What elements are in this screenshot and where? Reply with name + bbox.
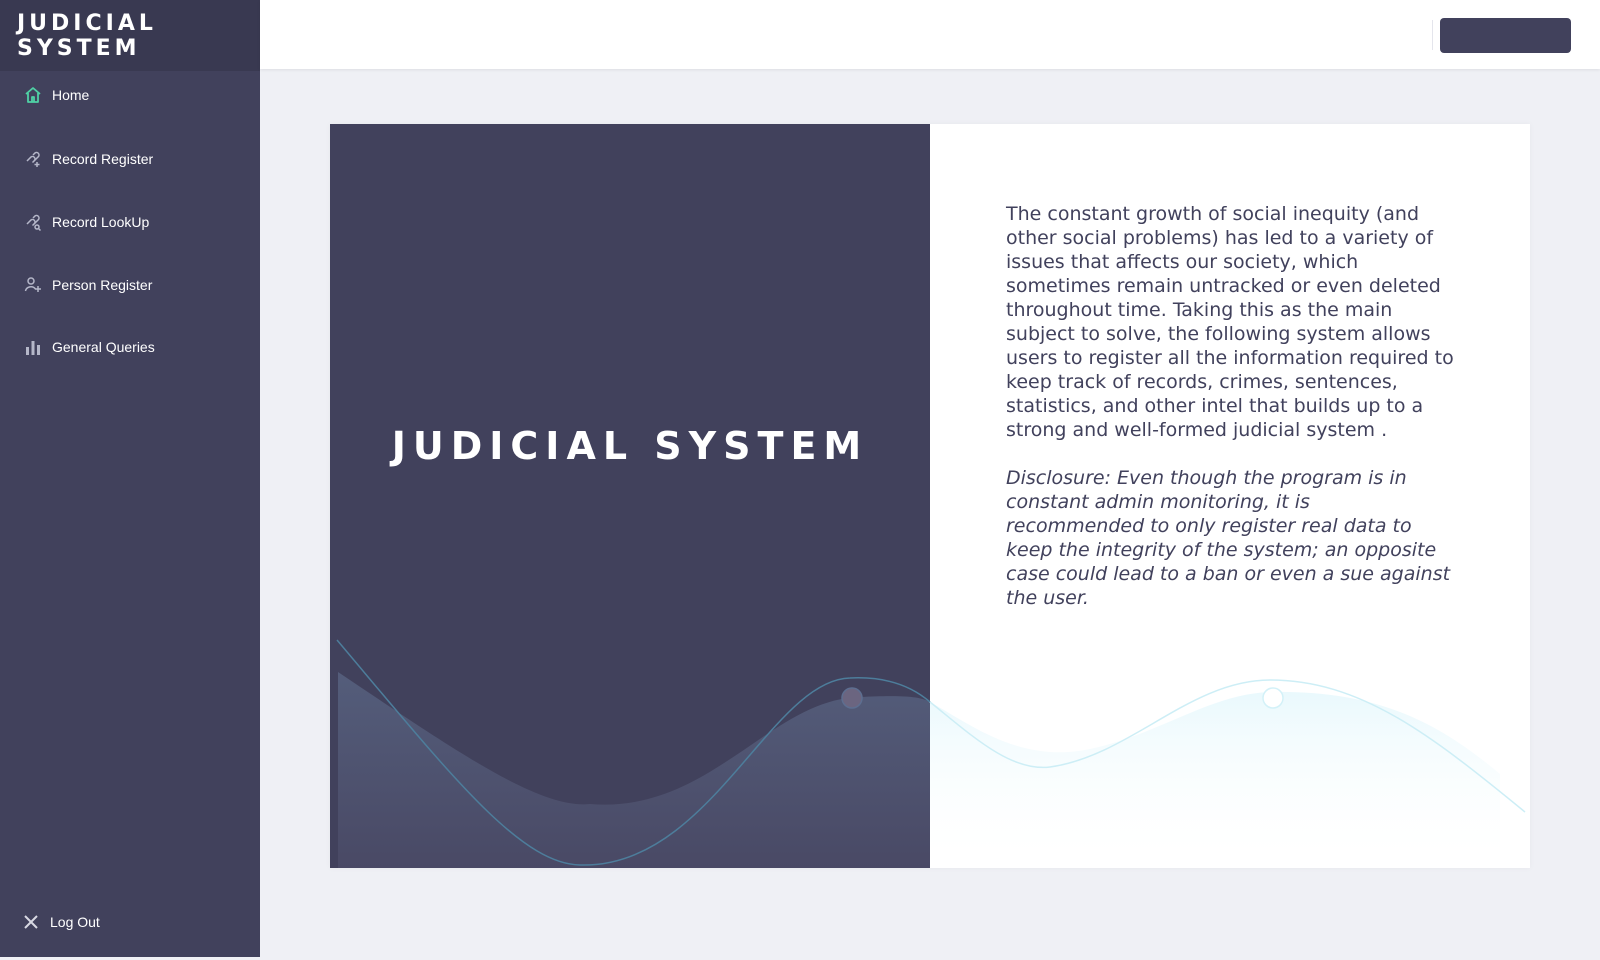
- sidebar-item-record-lookup[interactable]: Record LookUp: [24, 213, 149, 231]
- link-search-icon: [24, 213, 42, 231]
- link-add-icon: [24, 150, 42, 168]
- bar-chart-icon: [24, 338, 42, 356]
- brand-title: JUDICIAL SYSTEM: [0, 0, 260, 71]
- intro-paragraph: The constant growth of social inequity (…: [1006, 203, 1454, 441]
- account-button[interactable]: [1440, 18, 1571, 53]
- sidebar: JUDICIAL SYSTEM Home Record Register Rec…: [0, 0, 260, 957]
- sidebar-item-label: Record Register: [52, 151, 154, 167]
- sidebar-item-record-register[interactable]: Record Register: [24, 150, 153, 168]
- logout-label: Log Out: [50, 914, 100, 930]
- hero-title: JUDICIAL SYSTEM: [391, 424, 869, 468]
- home-icon: [24, 86, 42, 104]
- person-add-icon: [24, 276, 42, 294]
- hero-panel: [330, 124, 930, 868]
- sidebar-item-person-register[interactable]: Person Register: [24, 276, 152, 294]
- welcome-card: JUDICIAL SYSTEM The constant growth of s…: [330, 124, 1530, 868]
- sidebar-item-label: Home: [52, 87, 90, 103]
- sidebar-item-label: Person Register: [52, 277, 153, 293]
- topbar-divider: [1432, 20, 1433, 50]
- sidebar-item-home[interactable]: Home: [24, 86, 89, 104]
- sidebar-item-label: General Queries: [52, 339, 155, 355]
- sidebar-item-label: Record LookUp: [52, 214, 150, 230]
- close-icon: [22, 913, 40, 931]
- disclosure-paragraph: Disclosure: Even though the program is i…: [1006, 467, 1451, 609]
- logout-button[interactable]: Log Out: [22, 913, 100, 931]
- sidebar-item-general-queries[interactable]: General Queries: [24, 338, 155, 356]
- top-bar: [260, 0, 1600, 69]
- intro-text-block: The constant growth of social inequity (…: [1006, 202, 1454, 634]
